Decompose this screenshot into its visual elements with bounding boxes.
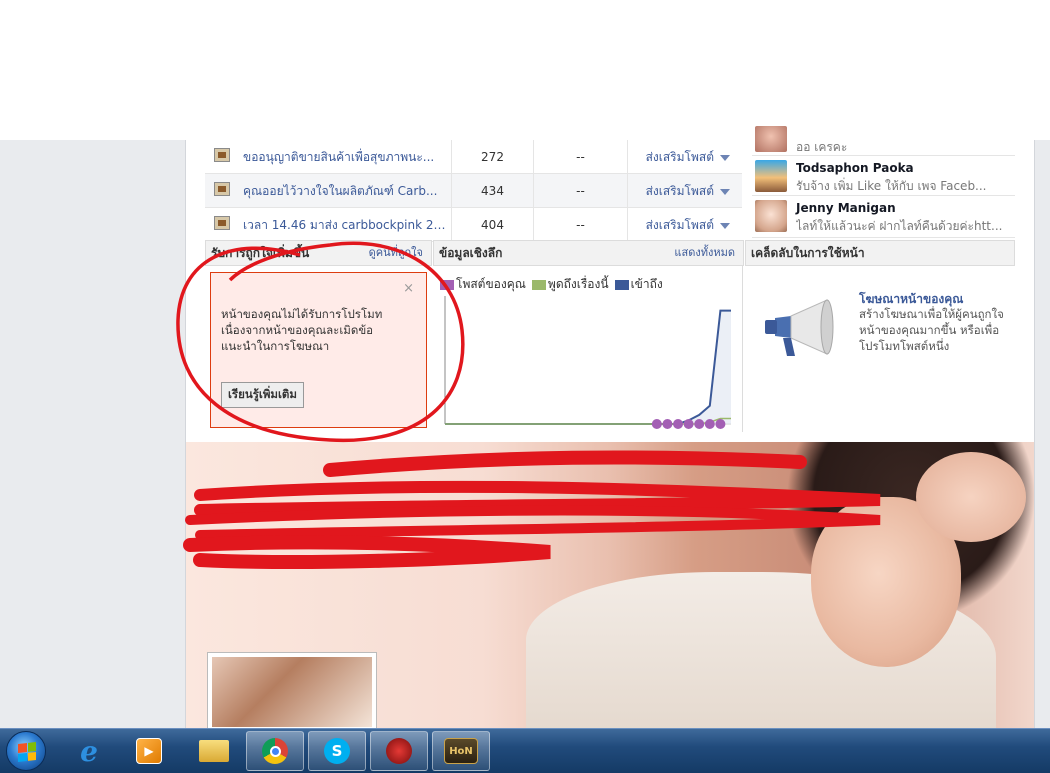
post-reach-value: 404 bbox=[451, 208, 533, 242]
activity-text: รับจ้าง เพิ่ม Like ให้กับ เพจ Faceb... bbox=[796, 179, 987, 193]
windows-logo-icon bbox=[18, 742, 36, 762]
reach-area bbox=[445, 310, 731, 424]
post-talking-value: -- bbox=[533, 208, 627, 242]
list-item[interactable]: ออ เครคะ bbox=[752, 126, 1015, 156]
cover-figure-arm bbox=[916, 452, 1026, 542]
post-reach-value: 434 bbox=[451, 174, 533, 208]
section-title: รับการถูกใจเพิ่มขึ้น bbox=[211, 246, 310, 260]
boost-post-button[interactable]: ส่งเสริมโพสต์ bbox=[627, 208, 742, 242]
see-likes-link[interactable]: ดูคนที่ถูกใจ bbox=[369, 241, 423, 265]
table-row: ขออนุญาติขายสินค้าเพื่อสุขภาพนะ... 272 -… bbox=[205, 140, 742, 174]
warning-message: หน้าของคุณไม่ได้รับการโปรโมท เนื่องจากหน… bbox=[221, 307, 383, 353]
boost-post-label: ส่งเสริมโพสต์ bbox=[645, 184, 714, 198]
post-marker[interactable] bbox=[662, 419, 673, 429]
list-item[interactable]: Todsaphon Paoka รับจ้าง เพิ่ม Like ให้กั… bbox=[752, 156, 1015, 196]
photo-icon bbox=[214, 148, 230, 162]
screen: ขออนุญาติขายสินค้าเพื่อสุขภาพนะ... 272 -… bbox=[0, 0, 1050, 773]
post-talking-value: -- bbox=[533, 140, 627, 174]
page-background-left bbox=[0, 140, 185, 730]
post-marker[interactable] bbox=[704, 419, 715, 429]
folder-icon bbox=[199, 740, 229, 762]
taskbar-hon[interactable]: HoN bbox=[432, 731, 490, 771]
start-button[interactable] bbox=[6, 731, 46, 771]
game-app-icon bbox=[386, 738, 412, 764]
post-title-link[interactable]: คุณออยไว้วางใจในผลิตภัณฑ์ Carb... bbox=[243, 182, 448, 201]
boost-post-button[interactable]: ส่งเสริมโพสต์ bbox=[627, 174, 742, 208]
post-marker[interactable] bbox=[683, 419, 694, 429]
table-row: เวลา 14.46 มาส่ง carbbockpink 2 ... 404 … bbox=[205, 208, 742, 242]
boost-post-label: ส่งเสริมโพสต์ bbox=[645, 218, 714, 232]
insights-chart: โพสต์ของคุณ พูดถึงเรื่องนี้ เข้าถึง bbox=[433, 266, 743, 432]
internet-explorer-icon: e bbox=[80, 734, 98, 768]
profile-picture[interactable] bbox=[207, 652, 377, 732]
hon-icon: HoN bbox=[444, 738, 478, 764]
recent-activity-list: ออ เครคะ Todsaphon Paoka รับจ้าง เพิ่ม L… bbox=[752, 126, 1015, 238]
see-all-insights-link[interactable]: แสดงทั้งหมด bbox=[674, 241, 735, 265]
person-name[interactable]: Jenny Manigan bbox=[796, 201, 896, 215]
chevron-down-icon bbox=[720, 222, 730, 229]
windows-taskbar: e ▶ S HoN bbox=[0, 728, 1050, 773]
taskbar-internet-explorer[interactable]: e bbox=[60, 731, 118, 771]
chrome-icon bbox=[262, 738, 288, 764]
learn-more-button[interactable]: เรียนรู้เพิ่มเติม bbox=[221, 382, 304, 408]
tips-section-header: เคล็ดลับในการใช้หน้า bbox=[745, 240, 1015, 266]
chevron-down-icon bbox=[720, 188, 730, 195]
post-marker[interactable] bbox=[673, 419, 684, 429]
skype-icon: S bbox=[324, 738, 350, 764]
photo-icon bbox=[214, 216, 230, 230]
promotion-warning-box: × หน้าของคุณไม่ได้รับการโปรโมท เนื่องจาก… bbox=[210, 272, 427, 428]
advertise-description: สร้างโฆษณาเพื่อให้ผู้คนถูกใจหน้าของคุณมา… bbox=[859, 307, 1004, 353]
taskbar-skype[interactable]: S bbox=[308, 731, 366, 771]
post-marker[interactable] bbox=[715, 419, 726, 429]
page-background-right bbox=[1035, 140, 1050, 730]
list-item[interactable]: Jenny Manigan ไลท์ให้แล้วนะค่ ฝากไลท์คืน… bbox=[752, 196, 1015, 238]
post-marker[interactable] bbox=[694, 419, 705, 429]
person-name[interactable]: Todsaphon Paoka bbox=[796, 161, 914, 175]
photo-icon bbox=[214, 182, 230, 196]
post-title-link[interactable]: ขออนุญาติขายสินค้าเพื่อสุขภาพนะ... bbox=[243, 148, 448, 167]
avatar[interactable] bbox=[755, 126, 787, 152]
likes-section-header: รับการถูกใจเพิ่มขึ้น ดูคนที่ถูกใจ bbox=[205, 240, 432, 266]
taskbar-file-explorer[interactable] bbox=[185, 731, 243, 771]
table-row: คุณออยไว้วางใจในผลิตภัณฑ์ Carb... 434 --… bbox=[205, 174, 742, 208]
taskbar-media-player[interactable]: ▶ bbox=[120, 731, 178, 771]
insights-section-header: ข้อมูลเชิงลึก แสดงทั้งหมด bbox=[433, 240, 744, 266]
activity-text: ออ เครคะ bbox=[796, 140, 848, 154]
section-title: ข้อมูลเชิงลึก bbox=[439, 246, 503, 260]
chart-plot bbox=[444, 296, 731, 429]
post-reach-value: 272 bbox=[451, 140, 533, 174]
blank-header-area bbox=[0, 0, 1050, 140]
section-title: เคล็ดลับในการใช้หน้า bbox=[751, 246, 865, 260]
posts-table: ขออนุญาติขายสินค้าเพื่อสุขภาพนะ... 272 -… bbox=[205, 140, 742, 242]
megaphone-icon bbox=[765, 299, 834, 356]
activity-text: ไลท์ให้แล้วนะค่ ฝากไลท์คืนด้วยค่ะhtt... bbox=[796, 219, 1003, 233]
media-player-icon: ▶ bbox=[136, 738, 162, 764]
taskbar-chrome[interactable] bbox=[246, 731, 304, 771]
tips-panel: โฆษณาหน้าของคุณ สร้างโฆษณาเพื่อให้ผู้คนถ… bbox=[745, 266, 1015, 432]
chevron-down-icon bbox=[720, 154, 730, 161]
post-marker[interactable] bbox=[651, 419, 662, 429]
avatar[interactable] bbox=[755, 160, 787, 192]
avatar[interactable] bbox=[755, 200, 787, 232]
close-icon[interactable]: × bbox=[403, 281, 414, 296]
boost-post-label: ส่งเสริมโพสต์ bbox=[645, 150, 714, 164]
taskbar-game-app[interactable] bbox=[370, 731, 428, 771]
reach-series-line bbox=[445, 309, 731, 425]
post-talking-value: -- bbox=[533, 174, 627, 208]
boost-post-button[interactable]: ส่งเสริมโพสต์ bbox=[627, 140, 742, 174]
post-title-link[interactable]: เวลา 14.46 มาส่ง carbbockpink 2 ... bbox=[243, 216, 448, 235]
